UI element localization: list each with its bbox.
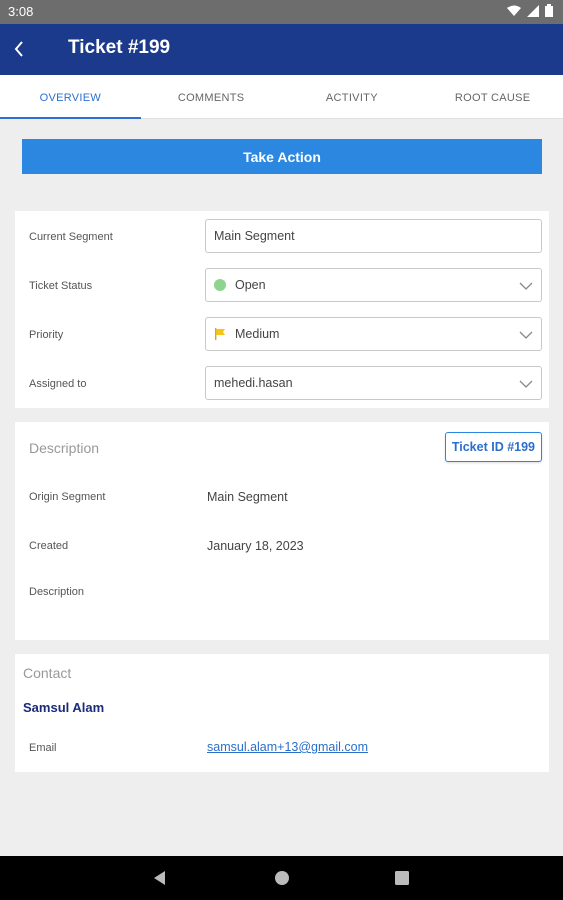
created-label: Created xyxy=(29,540,69,552)
email-label: Email xyxy=(29,742,57,754)
ticket-status-select[interactable]: Open xyxy=(205,268,542,302)
origin-segment-value: Main Segment xyxy=(207,490,288,504)
priority-select[interactable]: Medium xyxy=(205,317,542,351)
navigation-bar xyxy=(0,856,563,900)
status-bar: 3:08 xyxy=(0,0,563,24)
page-title: Ticket #199 xyxy=(68,37,171,58)
created-value: January 18, 2023 xyxy=(207,539,304,553)
take-action-button[interactable]: Take Action xyxy=(22,139,542,174)
nav-home-icon[interactable] xyxy=(274,870,290,886)
priority-label: Priority xyxy=(29,329,64,341)
tab-root-cause[interactable]: ROOT CAUSE xyxy=(422,75,563,118)
current-segment-value: Main Segment xyxy=(214,229,295,243)
current-segment-label: Current Segment xyxy=(29,231,113,243)
flag-icon xyxy=(215,328,225,340)
back-arrow-icon[interactable] xyxy=(8,37,32,61)
nav-back-icon[interactable] xyxy=(152,870,168,886)
tab-bar: OVERVIEW COMMENTS ACTIVITY ROOT CAUSE xyxy=(0,75,563,119)
ticket-details-card: Current Segment Main Segment Ticket Stat… xyxy=(15,211,549,408)
wifi-icon xyxy=(507,5,521,16)
nav-recents-icon[interactable] xyxy=(394,870,410,886)
ticket-status-label: Ticket Status xyxy=(29,280,93,292)
assigned-to-label: Assigned to xyxy=(29,378,87,390)
battery-icon xyxy=(545,4,553,17)
tab-activity[interactable]: ACTIVITY xyxy=(282,75,423,118)
chevron-down-icon xyxy=(519,380,533,388)
current-segment-field[interactable]: Main Segment xyxy=(205,219,542,253)
email-link[interactable]: samsul.alam+13@gmail.com xyxy=(207,740,368,754)
contact-name: Samsul Alam xyxy=(23,700,105,715)
app-bar: Ticket #199 xyxy=(0,24,563,75)
chevron-down-icon xyxy=(519,331,533,339)
status-dot-icon xyxy=(214,279,226,291)
tab-comments[interactable]: COMMENTS xyxy=(141,75,282,118)
ticket-id-button[interactable]: Ticket ID #199 xyxy=(444,432,542,462)
description-label: Description xyxy=(29,586,85,598)
description-section-title: Description xyxy=(29,440,100,456)
assigned-to-value: mehedi.hasan xyxy=(214,376,293,390)
assigned-to-select[interactable]: mehedi.hasan xyxy=(205,366,542,400)
tab-overview[interactable]: OVERVIEW xyxy=(0,75,141,119)
chevron-down-icon xyxy=(519,282,533,290)
status-icons xyxy=(507,4,553,17)
status-time: 3:08 xyxy=(8,4,34,19)
contact-section-title: Contact xyxy=(23,665,72,681)
description-card: Description Ticket ID #199 Origin Segmen… xyxy=(15,422,549,640)
contact-card: Contact Samsul Alam Email samsul.alam+13… xyxy=(15,654,549,772)
signal-icon xyxy=(527,4,539,17)
priority-value: Medium xyxy=(235,327,280,341)
ticket-status-value: Open xyxy=(235,278,266,292)
origin-segment-label: Origin Segment xyxy=(29,491,106,503)
